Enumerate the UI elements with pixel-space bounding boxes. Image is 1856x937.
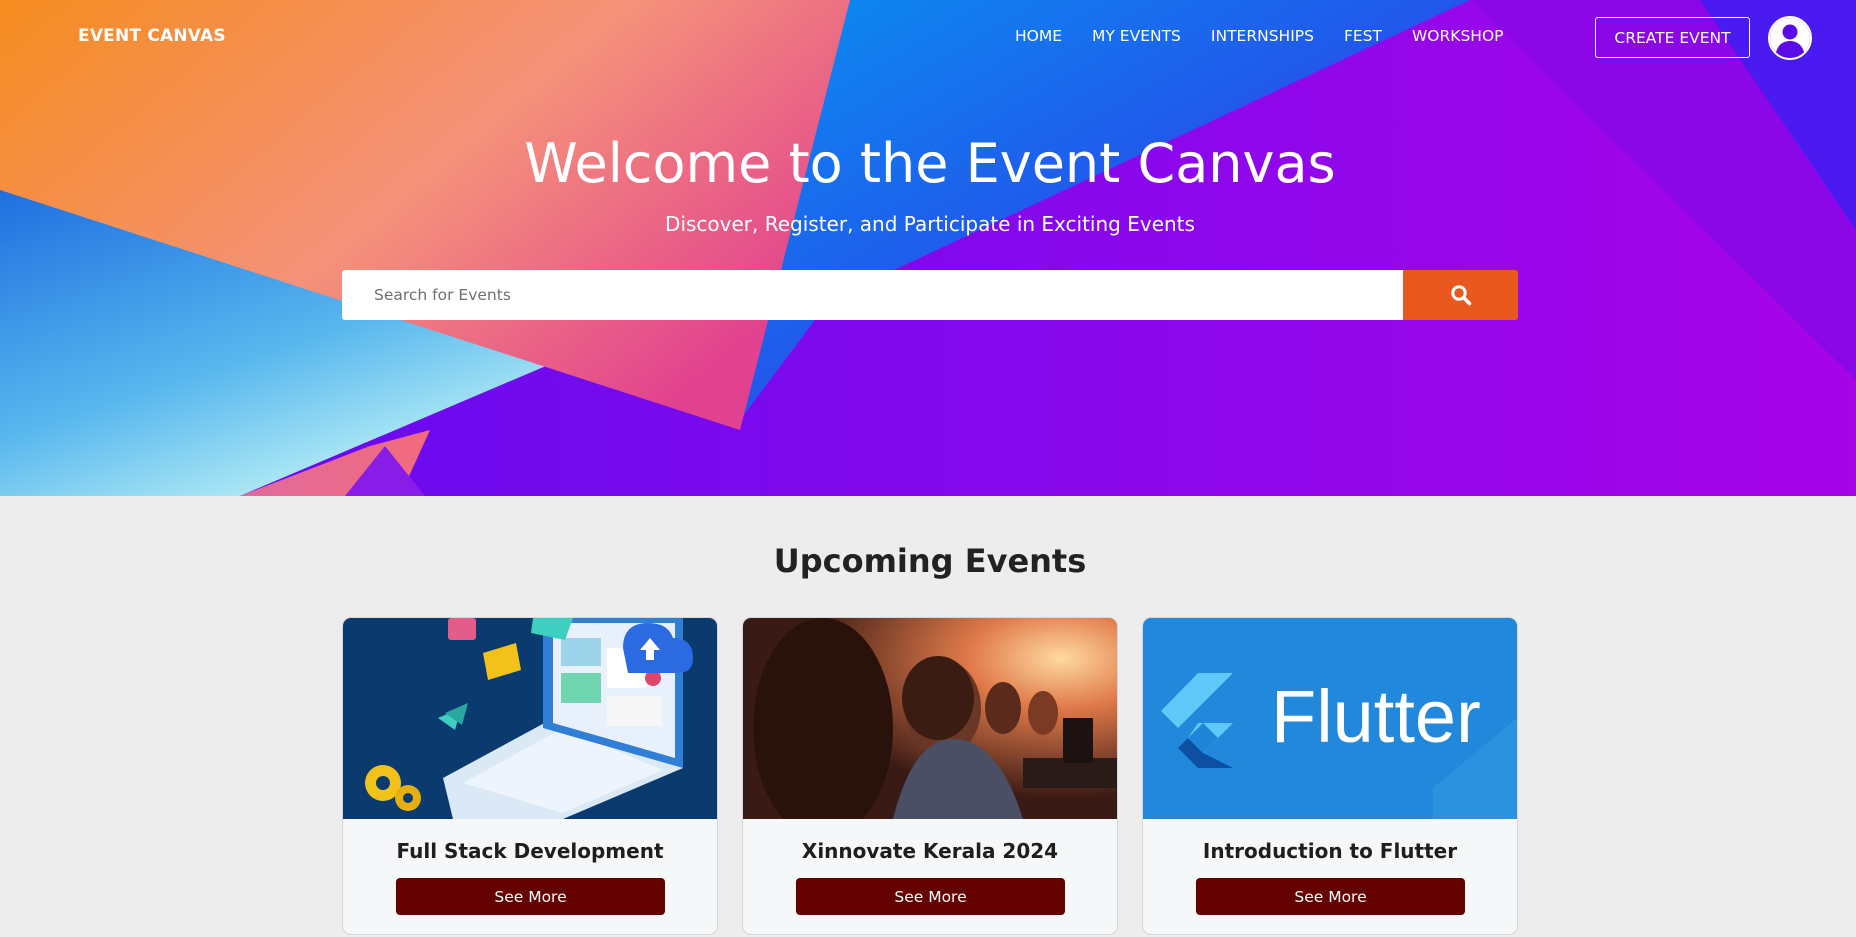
hero-title: Welcome to the Event Canvas [524,132,1336,195]
event-card: Flutter Introduction to Flutter See More [1142,617,1518,935]
create-event-button[interactable]: CREATE EVENT [1595,17,1750,58]
hero-banner: EVENT CANVAS HOME MY EVENTS INTERNSHIPS … [0,0,1856,496]
full-stack-image [343,618,717,819]
nav-link-workshop[interactable]: WORKSHOP [1412,27,1504,45]
hero-subtitle: Discover, Register, and Participate in E… [665,212,1195,236]
search-input[interactable] [342,270,1403,320]
search-button[interactable] [1403,270,1518,320]
event-card: Xinnovate Kerala 2024 See More [742,617,1118,935]
flutter-logo-text: Flutter [1271,675,1481,758]
search-bar [342,270,1518,320]
upcoming-events-heading: Upcoming Events [773,542,1087,580]
search-icon [1450,285,1471,306]
event-card-title: Full Stack Development [396,839,664,863]
event-cards: Full Stack Development See More Xinnovat… [342,617,1542,935]
nav-link-my-events[interactable]: MY EVENTS [1092,27,1181,45]
see-more-button[interactable]: See More [1196,878,1465,915]
see-more-button[interactable]: See More [396,878,665,915]
event-card: Full Stack Development See More [342,617,718,935]
brand-logo[interactable]: EVENT CANVAS [78,26,226,46]
user-icon [1770,18,1810,58]
nav-link-internships[interactable]: INTERNSHIPS [1211,27,1314,45]
event-card-title: Introduction to Flutter [1202,839,1458,863]
navbar: EVENT CANVAS HOME MY EVENTS INTERNSHIPS … [0,0,1856,76]
xinnovate-image [743,618,1117,819]
event-card-title: Xinnovate Kerala 2024 [801,839,1059,863]
nav-links: HOME MY EVENTS INTERNSHIPS FEST WORKSHOP [1015,27,1534,45]
flutter-image: Flutter [1143,618,1517,819]
user-avatar[interactable] [1768,16,1812,60]
nav-link-fest[interactable]: FEST [1344,27,1382,45]
see-more-button[interactable]: See More [796,878,1065,915]
nav-link-home[interactable]: HOME [1015,27,1062,45]
